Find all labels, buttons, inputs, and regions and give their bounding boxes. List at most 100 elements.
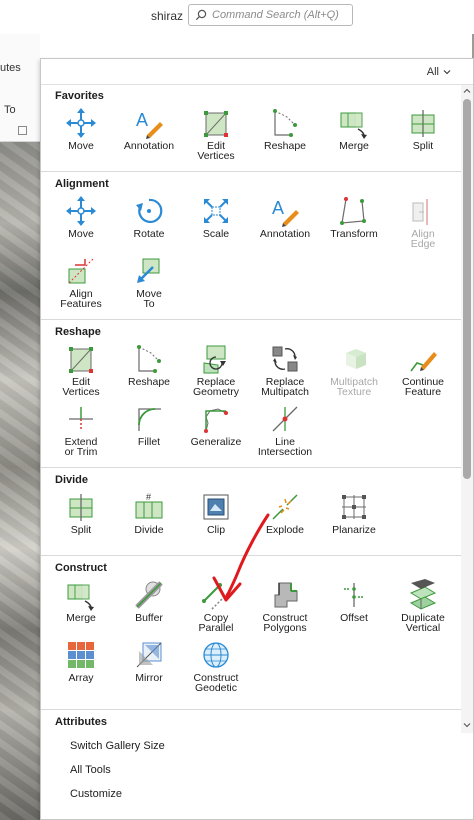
- tool-annotation[interactable]: A Annotation: [250, 195, 320, 251]
- buffer-icon: [135, 581, 163, 609]
- menu-item-switch-gallery-size[interactable]: Switch Gallery Size: [70, 740, 165, 752]
- edit-vertices-icon: [69, 347, 93, 373]
- section-title-reshape: Reshape: [55, 326, 101, 338]
- map-texture: [0, 142, 40, 820]
- tool-label: Multipatch: [261, 386, 309, 398]
- tool-label: Feature: [404, 386, 442, 398]
- tool-reshape[interactable]: Reshape: [114, 343, 184, 399]
- chevron-down-icon: [443, 70, 451, 75]
- tool-generalize[interactable]: Generalize: [181, 403, 251, 459]
- ribbon-fragment: utes To: [0, 34, 40, 142]
- tool-label: Array: [68, 672, 94, 684]
- tool-label: Offset: [340, 612, 368, 624]
- tool-fillet[interactable]: Fillet: [114, 403, 184, 459]
- search-placeholder: Command Search (Alt+Q): [212, 9, 339, 21]
- scroll-down-arrow-icon[interactable]: [463, 721, 471, 729]
- tool-rotate[interactable]: Rotate: [114, 195, 184, 251]
- tool-divide[interactable]: # Divide: [114, 491, 184, 547]
- filter-dropdown[interactable]: All: [427, 66, 451, 78]
- tool-label: or Trim: [64, 446, 98, 458]
- tool-buffer[interactable]: Buffer: [114, 579, 184, 635]
- tool-scale[interactable]: Scale: [181, 195, 251, 251]
- dialog-launcher-icon[interactable]: [18, 126, 27, 135]
- edit-vertices-icon: [204, 111, 228, 137]
- merge-icon: [340, 112, 367, 139]
- tool-planarize[interactable]: Planarize: [319, 491, 389, 547]
- tool-replace-multipatch[interactable]: Replace Multipatch: [250, 343, 320, 399]
- section-title-divide: Divide: [55, 474, 89, 486]
- extend-trim-icon: [69, 407, 93, 431]
- background-ribbon-and-map: utes To: [0, 34, 40, 820]
- tools-gallery: All Favorites Move A Annotation Edit Vertices…: [40, 58, 474, 820]
- user-name[interactable]: shiraz: [151, 9, 183, 23]
- tool-split[interactable]: Split: [46, 491, 116, 547]
- rotate-icon: [136, 198, 163, 224]
- search-icon: [195, 9, 207, 21]
- tool-explode[interactable]: Explode: [250, 491, 320, 547]
- tool-label: Reshape: [127, 376, 171, 388]
- tool-edit-vertices[interactable]: Edit Vertices: [46, 343, 116, 399]
- tool-label: Intersection: [257, 446, 313, 458]
- tool-label: Geodetic: [194, 682, 238, 694]
- move-icon: [66, 196, 96, 226]
- tool-continue-feature[interactable]: Continue Feature: [388, 343, 458, 399]
- tool-replace-geometry[interactable]: Replace Geometry: [181, 343, 251, 399]
- tool-clip[interactable]: Clip: [181, 491, 251, 547]
- gallery-scroll-area: Favorites Move A Annotation Edit Vertices Resh…: [41, 85, 461, 707]
- tool-label: Reshape: [263, 140, 307, 152]
- tool-copy-parallel[interactable]: Copy Parallel: [181, 579, 251, 635]
- tool-reshape[interactable]: Reshape: [250, 107, 320, 163]
- tool-move-to[interactable]: Move To: [114, 255, 184, 311]
- scroll-up-arrow-icon[interactable]: [463, 87, 471, 95]
- tool-label: Buffer: [135, 612, 163, 624]
- tool-label: Vertices: [197, 150, 235, 162]
- continue-feature-icon: [410, 352, 437, 372]
- tool-move[interactable]: Move: [46, 195, 116, 251]
- vertical-scrollbar[interactable]: [461, 85, 473, 733]
- tool-array[interactable]: Array: [46, 639, 116, 695]
- tool-construct-polygons[interactable]: Construct Polygons: [250, 579, 320, 635]
- planarize-icon: [342, 495, 366, 519]
- tool-duplicate-vertical[interactable]: Duplicate Vertical: [388, 579, 458, 635]
- tool-construct-geodetic[interactable]: Construct Geodetic: [181, 639, 251, 695]
- tool-offset[interactable]: Offset: [319, 579, 389, 635]
- tool-align-features[interactable]: Align Features: [46, 255, 116, 311]
- section-divider: [41, 171, 461, 172]
- section-divider: [41, 555, 461, 556]
- svg-text:#: #: [146, 492, 151, 502]
- tool-split[interactable]: Split: [388, 107, 458, 163]
- replace-multipatch-icon: [272, 346, 298, 372]
- command-search-input[interactable]: Command Search (Alt+Q): [188, 4, 353, 26]
- tool-label: Clip: [206, 524, 226, 536]
- tool-label: Mirror: [135, 672, 163, 684]
- tool-label: Texture: [336, 386, 372, 398]
- tool-move[interactable]: Move: [46, 107, 116, 163]
- move-icon: [66, 108, 96, 138]
- tool-line-intersection[interactable]: Line Intersection: [250, 403, 320, 459]
- tool-label: Annotation: [123, 140, 175, 152]
- tool-merge[interactable]: Merge: [46, 579, 116, 635]
- tool-label: Vertices: [62, 386, 100, 398]
- copy-parallel-icon: [202, 583, 229, 610]
- ribbon-partial-label-2: To: [4, 104, 16, 116]
- tool-label: Explode: [266, 524, 304, 536]
- tool-label: Move: [68, 228, 94, 240]
- scrollbar-thumb[interactable]: [463, 99, 471, 479]
- tool-label: Divide: [134, 524, 164, 536]
- menu-item-all-tools[interactable]: All Tools: [70, 764, 111, 776]
- tool-mirror[interactable]: Mirror: [114, 639, 184, 695]
- menu-item-customize[interactable]: Customize: [70, 788, 122, 800]
- tool-extend-or-trim[interactable]: Extend or Trim: [46, 403, 116, 459]
- section-title-construct: Construct: [55, 562, 107, 574]
- tool-label: Merge: [339, 140, 369, 152]
- line-intersection-icon: [272, 406, 298, 432]
- tool-label: To: [143, 298, 155, 310]
- tool-annotation[interactable]: A Annotation: [114, 107, 184, 163]
- tool-transform[interactable]: Transform: [319, 195, 389, 251]
- tool-merge[interactable]: Merge: [319, 107, 389, 163]
- section-title-alignment: Alignment: [55, 178, 109, 190]
- tool-edit-vertices[interactable]: Edit Vertices: [181, 107, 251, 163]
- tool-label: Planarize: [332, 524, 376, 536]
- tool-align-edge: Align Edge: [388, 195, 458, 251]
- section-divider: [41, 467, 461, 468]
